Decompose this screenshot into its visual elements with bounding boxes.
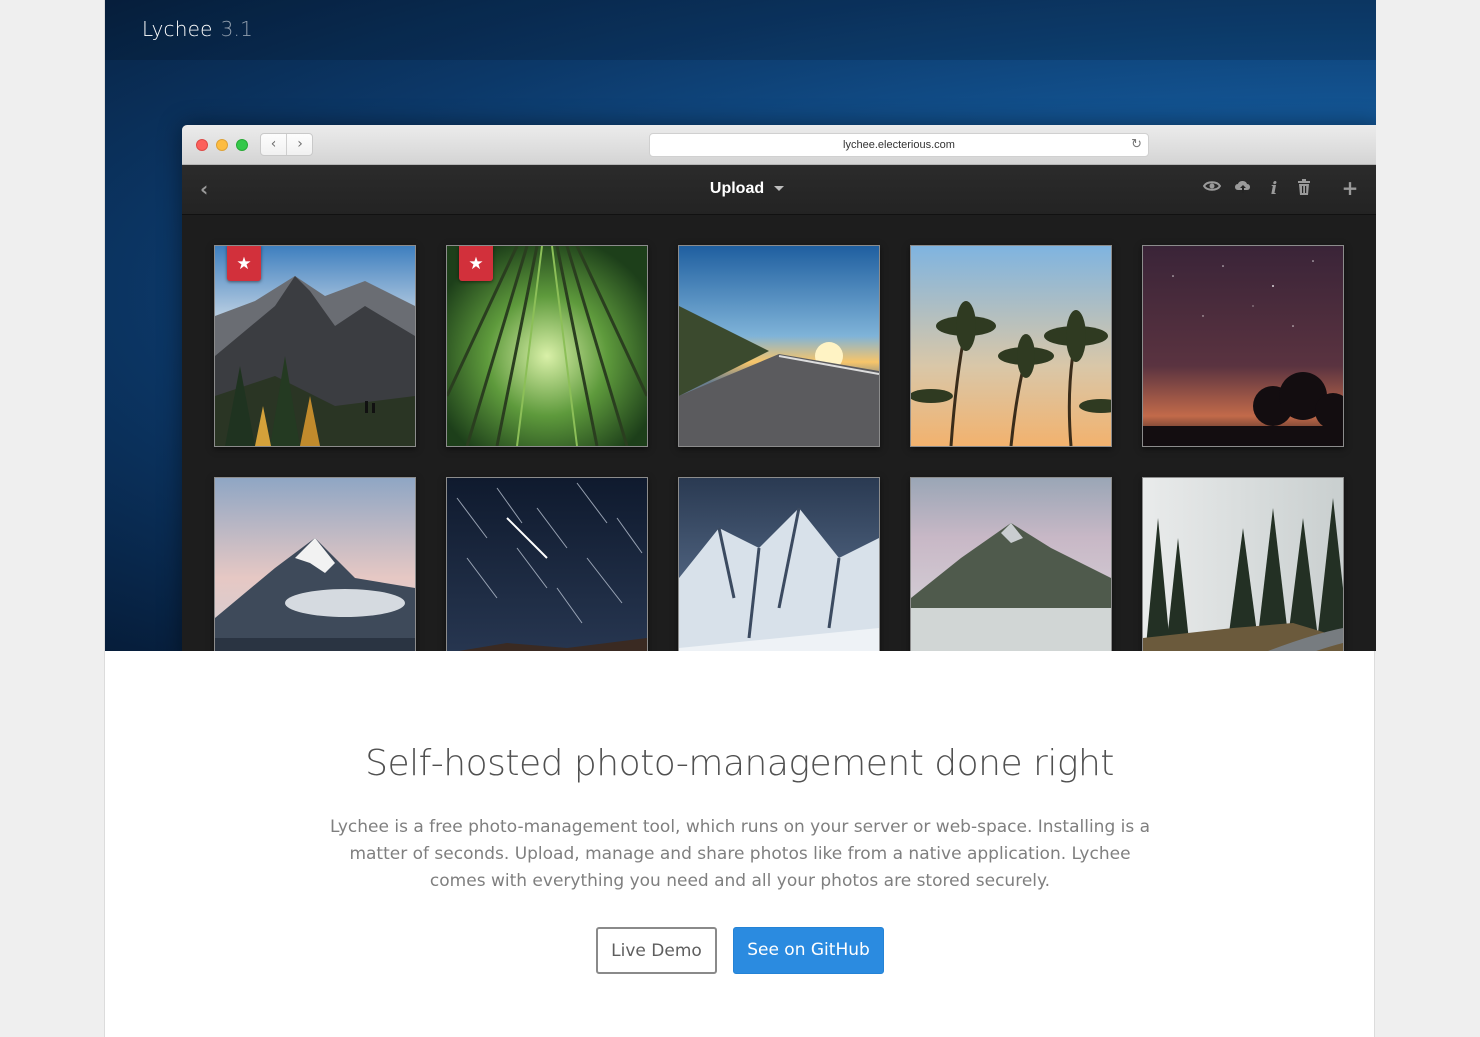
live-demo-button[interactable]: Live Demo bbox=[596, 927, 717, 974]
page-headline: Self-hosted photo-management done right bbox=[365, 743, 1114, 784]
top-bar: Lychee 3.1 bbox=[105, 0, 1376, 60]
photo-thumb-star-trails[interactable] bbox=[446, 477, 648, 651]
app-toolbar: ‹ Upload i + bbox=[182, 165, 1376, 215]
cloud-upload-icon bbox=[1233, 179, 1253, 199]
page-description: Lychee is a free photo-management tool, … bbox=[329, 817, 1151, 891]
hero-section: Lychee 3.1 ‹ › lychee.electerious.com ↻ ‹ bbox=[105, 0, 1376, 651]
eye-icon bbox=[1202, 179, 1222, 199]
photo-thumb-mountain-hikers[interactable]: ★ bbox=[214, 245, 416, 447]
brand-version: 3.1 bbox=[220, 17, 254, 41]
browser-mockup: ‹ › lychee.electerious.com ↻ ‹ Upload i bbox=[182, 125, 1376, 651]
photo-thumb-palm-trees[interactable] bbox=[910, 245, 1112, 447]
page-container: Lychee 3.1 ‹ › lychee.electerious.com ↻ ‹ bbox=[104, 0, 1376, 1037]
trash-icon bbox=[1294, 179, 1314, 199]
photo-thumb-forest-road-fog[interactable] bbox=[1142, 477, 1344, 651]
photo-thumb-night-sky-trees[interactable] bbox=[1142, 245, 1344, 447]
github-button[interactable]: See on GitHub bbox=[733, 927, 884, 974]
photo-thumb-snowy-peak-clouds[interactable] bbox=[214, 477, 416, 651]
brand-name: Lychee bbox=[142, 17, 213, 41]
maximize-dot-icon bbox=[236, 139, 248, 151]
photo-thumb-coastal-road-sunset[interactable] bbox=[678, 245, 880, 447]
info-icon: i bbox=[1270, 179, 1278, 199]
caret-down-icon bbox=[774, 186, 785, 192]
toolbar-title-label: Upload bbox=[709, 180, 765, 197]
photo-thumb-icy-mountains[interactable] bbox=[678, 477, 880, 651]
chevron-left-icon: ‹ bbox=[261, 134, 287, 155]
photo-thumb-bamboo-forest[interactable]: ★ bbox=[446, 245, 648, 447]
brand-logo[interactable]: Lychee 3.1 bbox=[142, 17, 253, 41]
plus-icon: + bbox=[1341, 176, 1359, 200]
toolbar-title: Upload bbox=[182, 180, 1376, 198]
browser-nav-buttons: ‹ › bbox=[260, 133, 313, 156]
chevron-right-icon: › bbox=[297, 136, 303, 152]
photo-thumb-foggy-mountain[interactable] bbox=[910, 477, 1112, 651]
url-text: lychee.electerious.com bbox=[843, 139, 955, 151]
star-icon: ★ bbox=[227, 246, 261, 281]
minimize-dot-icon bbox=[216, 139, 228, 151]
close-dot-icon bbox=[196, 139, 208, 151]
star-icon: ★ bbox=[459, 246, 493, 281]
url-bar: lychee.electerious.com ↻ bbox=[649, 133, 1149, 157]
browser-chrome: ‹ › lychee.electerious.com ↻ bbox=[182, 125, 1376, 165]
reload-icon: ↻ bbox=[1131, 137, 1142, 152]
